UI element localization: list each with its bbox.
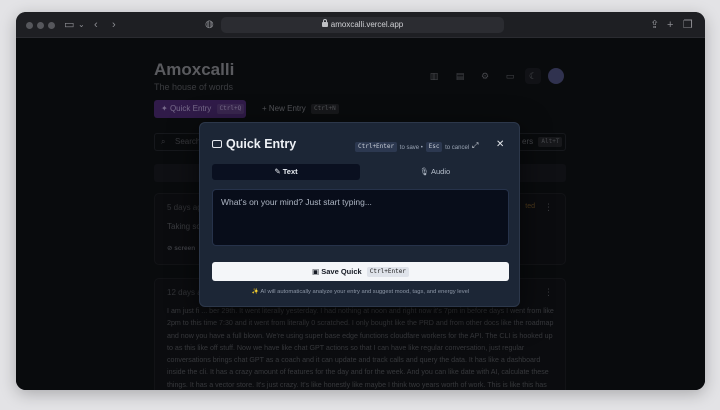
tab-text[interactable]: ✎ Text xyxy=(212,164,360,180)
tab-text-label: Text xyxy=(282,167,298,176)
tab-audio-label: Audio xyxy=(431,167,451,176)
save-icon: ▣ xyxy=(312,267,322,276)
expand-icon[interactable]: ⤢ xyxy=(472,141,478,151)
quick-entry-modal: Quick Entry Ctrl+Enter to save • Esc to … xyxy=(199,122,520,307)
ai-note: ✨ AI will automatically analyze your ent… xyxy=(251,289,470,295)
site-favicon-icon: ◍ xyxy=(205,19,214,30)
modal-title: Quick Entry xyxy=(226,137,297,151)
sidebar-icon[interactable]: ▭ xyxy=(64,17,74,33)
entry-textarea[interactable] xyxy=(212,189,509,246)
browser-window: ▭ ⌄ ‹ › ◍ amoxcalli.vercel.app ⇪ + ❐ Amo… xyxy=(16,12,705,390)
chevron-down-icon[interactable]: ⌄ xyxy=(78,17,85,33)
address-bar[interactable]: amoxcalli.vercel.app xyxy=(221,17,504,33)
share-icon[interactable]: ⇪ xyxy=(650,17,659,33)
close-icon[interactable]: ✕ xyxy=(496,140,504,150)
forward-arrow-icon[interactable]: › xyxy=(112,17,116,33)
save-quick-button[interactable]: ▣ Save Quick Ctrl+Enter xyxy=(212,262,509,281)
microphone-icon: 🎙︎ xyxy=(419,167,431,176)
browser-toolbar: ▭ ⌄ ‹ › ◍ amoxcalli.vercel.app ⇪ + ❐ xyxy=(16,12,705,38)
save-quick-label: Save Quick xyxy=(321,267,362,276)
chat-bubble-icon xyxy=(212,140,222,148)
tab-audio[interactable]: 🎙︎ Audio xyxy=(361,164,509,180)
zoom-window-dot[interactable] xyxy=(48,22,55,29)
cancel-hint-text: to cancel xyxy=(445,145,470,151)
save-quick-shortcut: Ctrl+Enter xyxy=(366,267,409,277)
page-viewport: Amoxcalli The house of words ▥ ▤ ⚙ ▭ ☾ ✦… xyxy=(16,38,705,390)
lock-icon xyxy=(321,19,328,27)
minimize-window-dot[interactable] xyxy=(37,22,44,29)
tab-overview-icon[interactable]: ❐ xyxy=(683,17,693,33)
save-hint-text: to save • xyxy=(399,145,423,151)
pen-icon: ✎ xyxy=(274,167,283,176)
back-arrow-icon[interactable]: ‹ xyxy=(94,17,98,33)
save-shortcut-key: Ctrl+Enter xyxy=(355,142,398,152)
close-window-dot[interactable] xyxy=(26,22,33,29)
new-tab-icon[interactable]: + xyxy=(667,17,673,33)
entry-mode-tabs: ✎ Text 🎙︎ Audio xyxy=(212,164,509,180)
url-text: amoxcalli.vercel.app xyxy=(330,20,404,29)
keyboard-hint: Ctrl+Enter to save • Esc to cancel xyxy=(354,142,469,152)
cancel-shortcut-key: Esc xyxy=(425,142,443,152)
